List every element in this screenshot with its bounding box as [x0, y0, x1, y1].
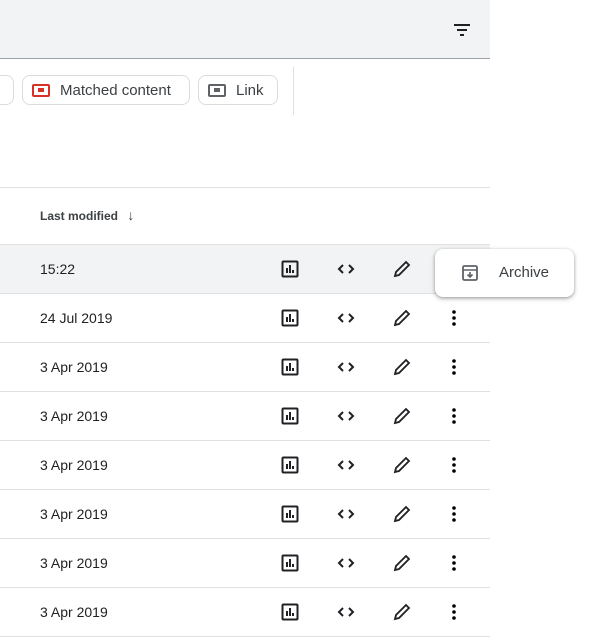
column-header-label: Last modified — [40, 209, 119, 223]
code-icon[interactable] — [336, 602, 356, 622]
code-icon[interactable] — [336, 308, 356, 328]
sort-arrow-down-icon: ↓ — [127, 207, 135, 223]
more-vert-icon[interactable] — [444, 308, 464, 328]
column-header-last-modified[interactable]: Last modified ↓ — [40, 207, 134, 223]
edit-pencil-icon[interactable] — [392, 553, 412, 573]
code-icon[interactable] — [336, 504, 356, 524]
report-icon[interactable] — [280, 406, 300, 426]
more-vert-icon[interactable] — [444, 357, 464, 377]
report-icon[interactable] — [280, 553, 300, 573]
code-icon[interactable] — [336, 553, 356, 573]
report-icon[interactable] — [280, 602, 300, 622]
chip-label: Link — [236, 81, 264, 99]
last-modified-cell: 3 Apr 2019 — [40, 359, 108, 375]
chip-label: Matched content — [60, 81, 171, 99]
table-row[interactable]: 3 Apr 2019 — [0, 539, 490, 588]
filter-chip-link[interactable]: Link — [198, 75, 278, 105]
edit-pencil-icon[interactable] — [392, 504, 412, 524]
table-row[interactable]: 3 Apr 2019 — [0, 588, 490, 637]
edit-pencil-icon[interactable] — [392, 259, 412, 279]
link-unit-icon — [208, 83, 226, 97]
last-modified-cell: 3 Apr 2019 — [40, 408, 108, 424]
last-modified-cell: 15:22 — [40, 261, 76, 277]
code-icon[interactable] — [336, 259, 356, 279]
report-icon[interactable] — [280, 259, 300, 279]
table-row[interactable]: 3 Apr 2019 — [0, 343, 490, 392]
report-icon[interactable] — [280, 308, 300, 328]
matched-content-icon — [32, 83, 50, 97]
edit-pencil-icon[interactable] — [392, 455, 412, 475]
row-menu: Archive — [435, 249, 574, 297]
edit-pencil-icon[interactable] — [392, 406, 412, 426]
more-vert-icon[interactable] — [444, 504, 464, 524]
filter-chip-matched-content[interactable]: Matched content — [22, 75, 190, 105]
edit-pencil-icon[interactable] — [392, 602, 412, 622]
more-vert-icon[interactable] — [444, 455, 464, 475]
report-icon[interactable] — [280, 504, 300, 524]
table-row[interactable]: 3 Apr 2019 — [0, 441, 490, 490]
toolbar — [0, 0, 490, 59]
filter-icon[interactable] — [452, 20, 472, 40]
last-modified-cell: 3 Apr 2019 — [40, 506, 108, 522]
table-row[interactable]: 15:22 — [0, 245, 490, 294]
code-icon[interactable] — [336, 406, 356, 426]
edit-pencil-icon[interactable] — [392, 308, 412, 328]
last-modified-cell: 3 Apr 2019 — [40, 604, 108, 620]
code-icon[interactable] — [336, 357, 356, 377]
edit-pencil-icon[interactable] — [392, 357, 412, 377]
archive-icon — [462, 265, 478, 281]
report-icon[interactable] — [280, 455, 300, 475]
more-vert-icon[interactable] — [444, 406, 464, 426]
menu-item-archive[interactable]: Archive — [499, 264, 549, 281]
filter-chip-partial[interactable] — [0, 75, 14, 105]
last-modified-cell: 3 Apr 2019 — [40, 555, 108, 571]
more-vert-icon[interactable] — [444, 553, 464, 573]
report-icon[interactable] — [280, 357, 300, 377]
divider — [0, 187, 490, 188]
table-row[interactable]: 24 Jul 2019 — [0, 294, 490, 343]
code-icon[interactable] — [336, 455, 356, 475]
table-row[interactable]: 3 Apr 2019 — [0, 392, 490, 441]
divider — [293, 67, 294, 115]
last-modified-cell: 24 Jul 2019 — [40, 310, 113, 326]
last-modified-cell: 3 Apr 2019 — [40, 457, 108, 473]
more-vert-icon[interactable] — [444, 602, 464, 622]
table-row[interactable]: 3 Apr 2019 — [0, 490, 490, 539]
